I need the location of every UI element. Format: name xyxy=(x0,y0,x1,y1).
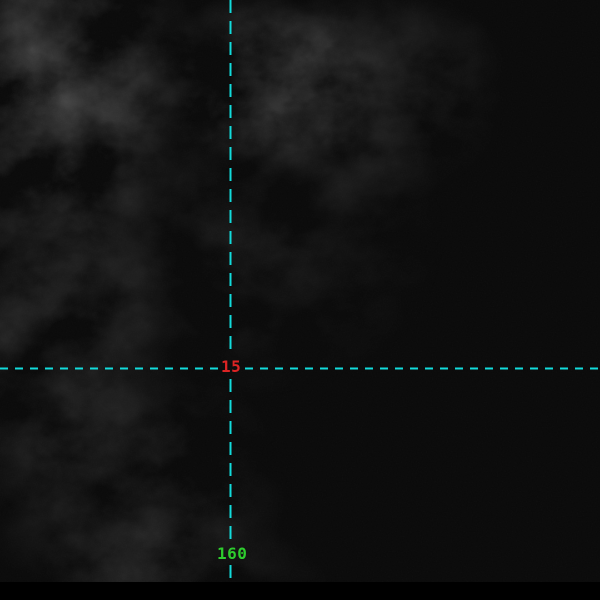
satellite-image-display[interactable] xyxy=(0,0,600,600)
longitude-label: 160 xyxy=(217,544,248,563)
status-bar: 1 0001 G-15 IMG 1 12 JUL 15193 050000 07… xyxy=(0,582,600,600)
sensor-noise-grain xyxy=(0,0,600,600)
latitude-label: 15 xyxy=(221,357,242,376)
mcidas-image-window: 15 160 1 0001 G-15 IMG 1 12 JUL 15193 05… xyxy=(0,0,600,600)
